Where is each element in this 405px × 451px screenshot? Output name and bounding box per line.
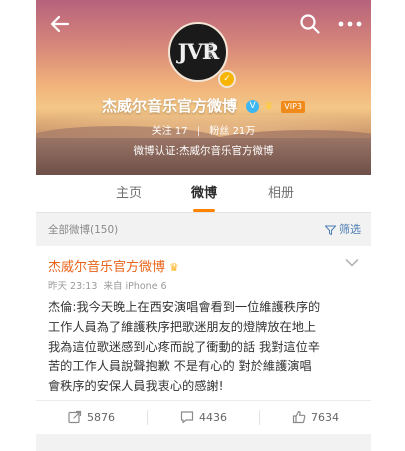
comment-count: 4436: [199, 411, 227, 424]
repost-button[interactable]: 5876: [36, 401, 147, 434]
tab-weibo[interactable]: 微博: [169, 175, 239, 212]
like-button[interactable]: 7634: [260, 401, 371, 434]
repost-count: 5876: [87, 411, 115, 424]
profile-name: 杰威尔音乐官方微博: [101, 97, 237, 115]
post-line: 工作人員為了維護秩序把歌迷朋友的燈牌放在地上: [48, 319, 317, 334]
chevron-down-icon[interactable]: [345, 258, 359, 268]
crown-icon: ♛: [264, 101, 274, 112]
weibo-post[interactable]: 杰威尔音乐官方微博 ♛ 昨天 23:13 来自 iPhone 6 杰倫:我今天晚上…: [36, 246, 371, 402]
post-author[interactable]: 杰威尔音乐官方微博: [48, 260, 165, 275]
post-time: 昨天 23:13: [48, 281, 98, 292]
followers-count[interactable]: 21万: [233, 126, 256, 137]
post-line: 杰倫:我今天晚上在西安演唱會看到一位維護秩序的: [48, 300, 321, 314]
profile-header: JVR Music ✓ 杰威尔音乐官方微博 V ♛ VIP3 关注 17 | 粉…: [36, 0, 371, 175]
repost-icon: [68, 410, 82, 424]
more-icon[interactable]: [336, 12, 364, 36]
post-body: 杰倫:我今天晚上在西安演唱會看到一位維護秩序的 工作人員為了維護秩序把歌迷朋友的…: [48, 298, 362, 397]
vip-icon: V: [246, 100, 260, 113]
post-source: 来自 iPhone 6: [103, 281, 167, 292]
weibo-profile-screen: JVR Music ✓ 杰威尔音乐官方微博 V ♛ VIP3 关注 17 | 粉…: [36, 0, 371, 451]
filter-icon: [323, 225, 337, 236]
like-count: 7634: [311, 411, 339, 424]
all-posts-count: 全部微博(150): [48, 224, 119, 236]
following-label[interactable]: 关注: [152, 126, 172, 137]
followers-label[interactable]: 粉丝: [209, 126, 229, 137]
filter-button[interactable]: 筛选: [323, 221, 361, 237]
filter-bar: 全部微博(150) 筛选: [36, 214, 371, 244]
post-actions: 5876 4436 7634: [36, 400, 371, 434]
post-line: 苦的工作人員說聲抱歉 不是有心的 對於維護演唱: [48, 359, 312, 374]
comment-icon: [180, 411, 194, 424]
profile-stats: 关注 17 | 粉丝 21万: [151, 126, 256, 137]
comment-button[interactable]: 4436: [148, 401, 259, 434]
vip-level-badge: VIP3: [281, 100, 305, 113]
avatar-monogram: JVR: [177, 39, 220, 64]
search-icon[interactable]: [298, 12, 322, 36]
tab-album[interactable]: 相册: [246, 175, 316, 212]
back-arrow-icon[interactable]: [48, 12, 72, 36]
following-count[interactable]: 17: [175, 126, 188, 137]
like-icon: [292, 410, 306, 424]
filter-label: 筛选: [339, 223, 361, 236]
tab-home[interactable]: 主页: [94, 175, 164, 212]
post-line: 我為這位歌迷感到心疼而說了衝動的話 我對這位辛: [48, 339, 320, 354]
crown-icon: ♛: [169, 261, 179, 274]
post-line: 會秩序的安保人員我衷心的感謝!: [48, 379, 224, 394]
profile-tabs: 主页 微博 相册: [36, 175, 371, 213]
avatar-subtext: Music: [207, 42, 214, 60]
verification-text: 微博认证:杰威尔音乐官方微博: [133, 145, 274, 157]
verified-icon: ✓: [218, 70, 236, 88]
